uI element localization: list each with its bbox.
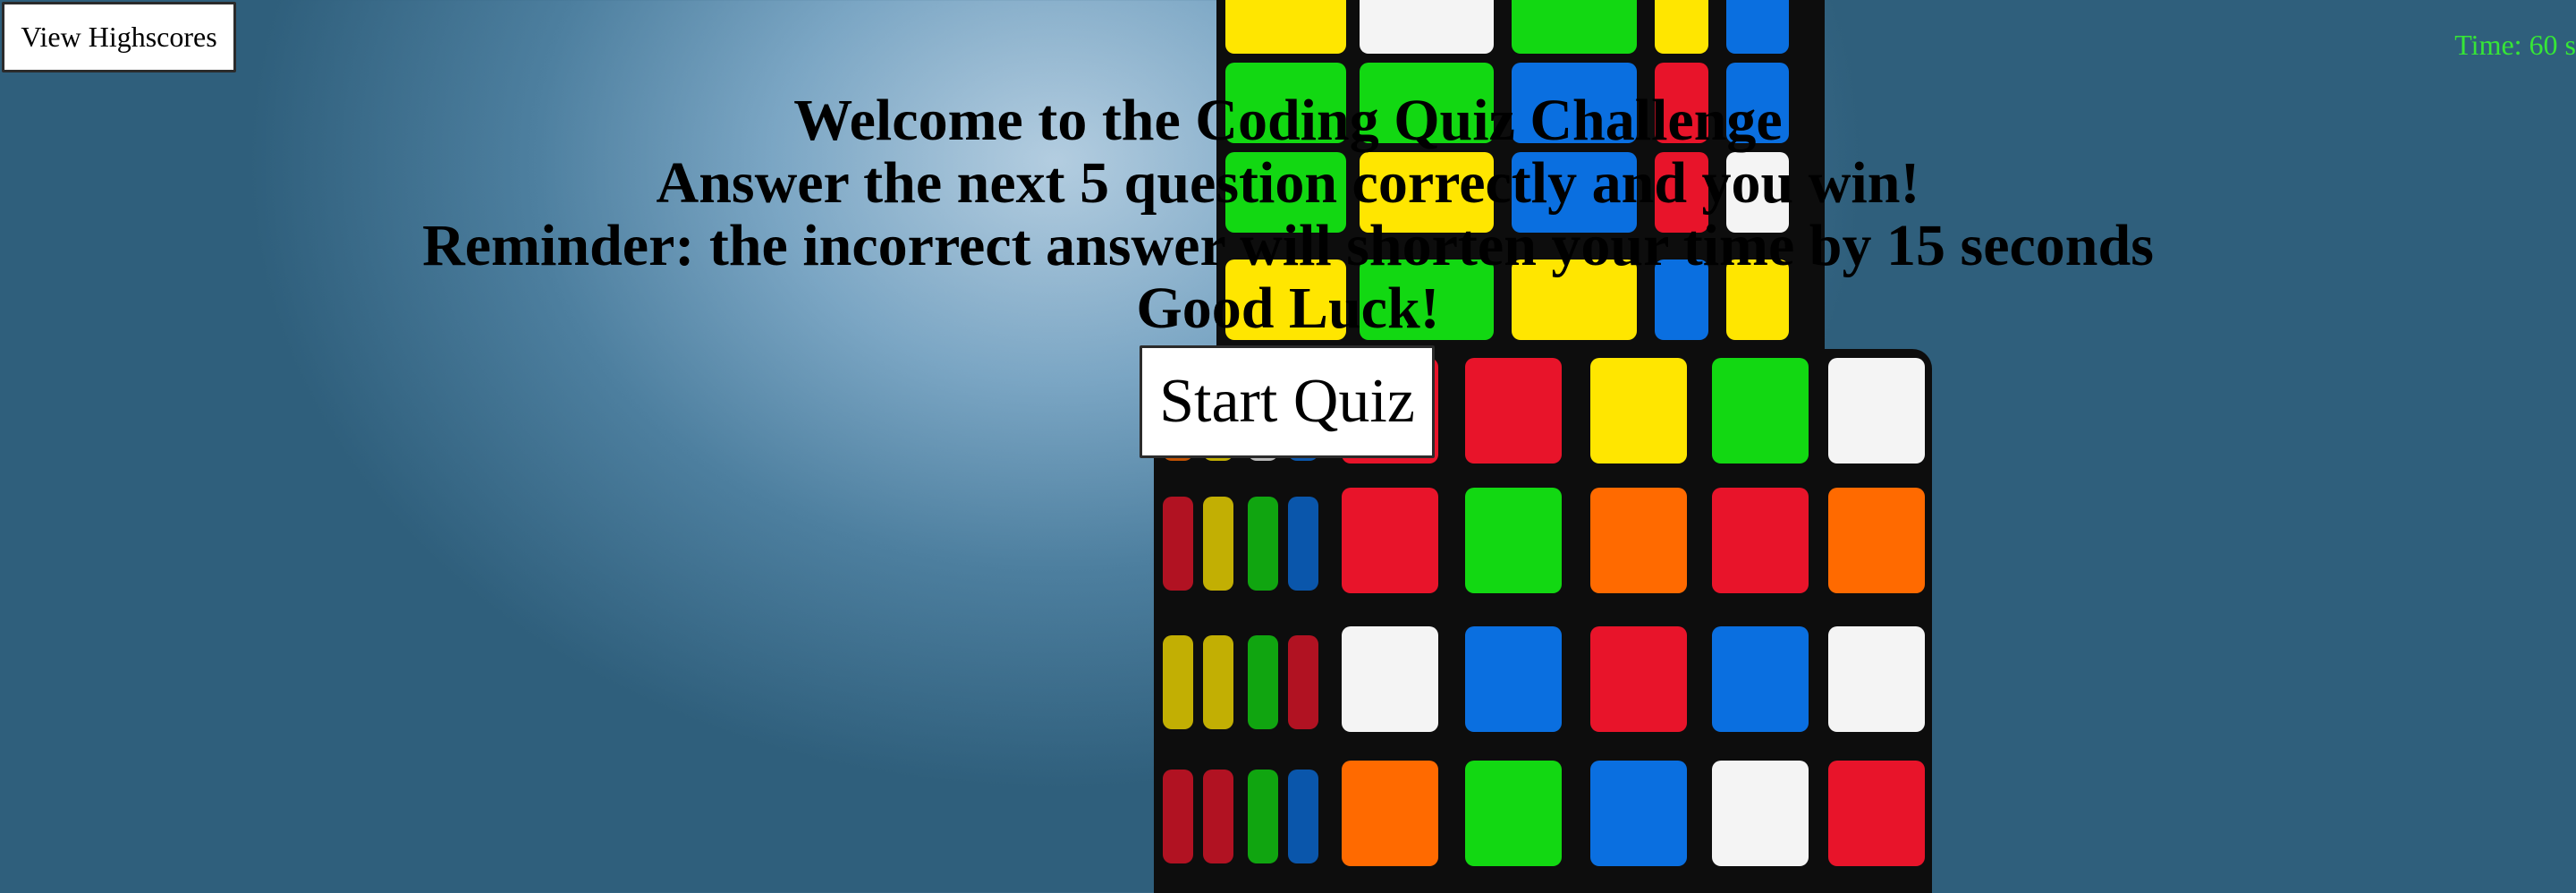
cube-tile [1512, 0, 1637, 54]
cube-tile [1712, 358, 1809, 464]
cube-side-tile [1248, 770, 1278, 863]
cube-side-tile [1248, 497, 1278, 591]
cube-tile [1342, 761, 1438, 866]
cube-tile [1465, 761, 1562, 866]
cube-tile [1465, 488, 1562, 593]
cube-tile [1590, 626, 1687, 732]
cube-side-tile [1203, 770, 1233, 863]
good-luck-heading: Good Luck! [1136, 276, 1440, 341]
cube-tile [1342, 626, 1438, 732]
view-highscores-button[interactable]: View Highscores [2, 2, 236, 72]
cube-tile [1465, 626, 1562, 732]
start-quiz-button[interactable]: Start Quiz [1140, 345, 1435, 458]
cube-tile [1655, 0, 1708, 54]
cube-tile [1726, 0, 1789, 54]
timer-display: Time: 60 s [2454, 29, 2576, 61]
cube-tile [1712, 488, 1809, 593]
cube-tile [1342, 488, 1438, 593]
cube-side-tile [1203, 635, 1233, 729]
cube-side-tile [1288, 635, 1318, 729]
cube-tile [1828, 761, 1925, 866]
cube-side-tile [1163, 635, 1193, 729]
cube-tile [1828, 358, 1925, 464]
cube-tile [1225, 0, 1346, 54]
cube-tile [1828, 488, 1925, 593]
cube-side-tile [1163, 770, 1193, 863]
cube-side-tile [1288, 497, 1318, 591]
cube-tile [1590, 761, 1687, 866]
cube-side-tile [1163, 497, 1193, 591]
cube-tile [1465, 358, 1562, 464]
intro-heading-block: Welcome to the Coding Quiz Challenge Ans… [0, 89, 2576, 340]
cube-tile [1712, 626, 1809, 732]
cube-tile [1590, 488, 1687, 593]
instructions-heading: Answer the next 5 question correctly and… [656, 150, 1920, 216]
reminder-heading: Reminder: the incorrect answer will shor… [422, 213, 2154, 278]
cube-side-tile [1203, 497, 1233, 591]
welcome-heading: Welcome to the Coding Quiz Challenge [793, 88, 1783, 153]
cube-tile [1828, 626, 1925, 732]
cube-side-tile [1248, 635, 1278, 729]
cube-side-tile [1288, 770, 1318, 863]
cube-tile [1712, 761, 1809, 866]
cube-tile [1590, 358, 1687, 464]
cube-tile [1360, 0, 1494, 54]
